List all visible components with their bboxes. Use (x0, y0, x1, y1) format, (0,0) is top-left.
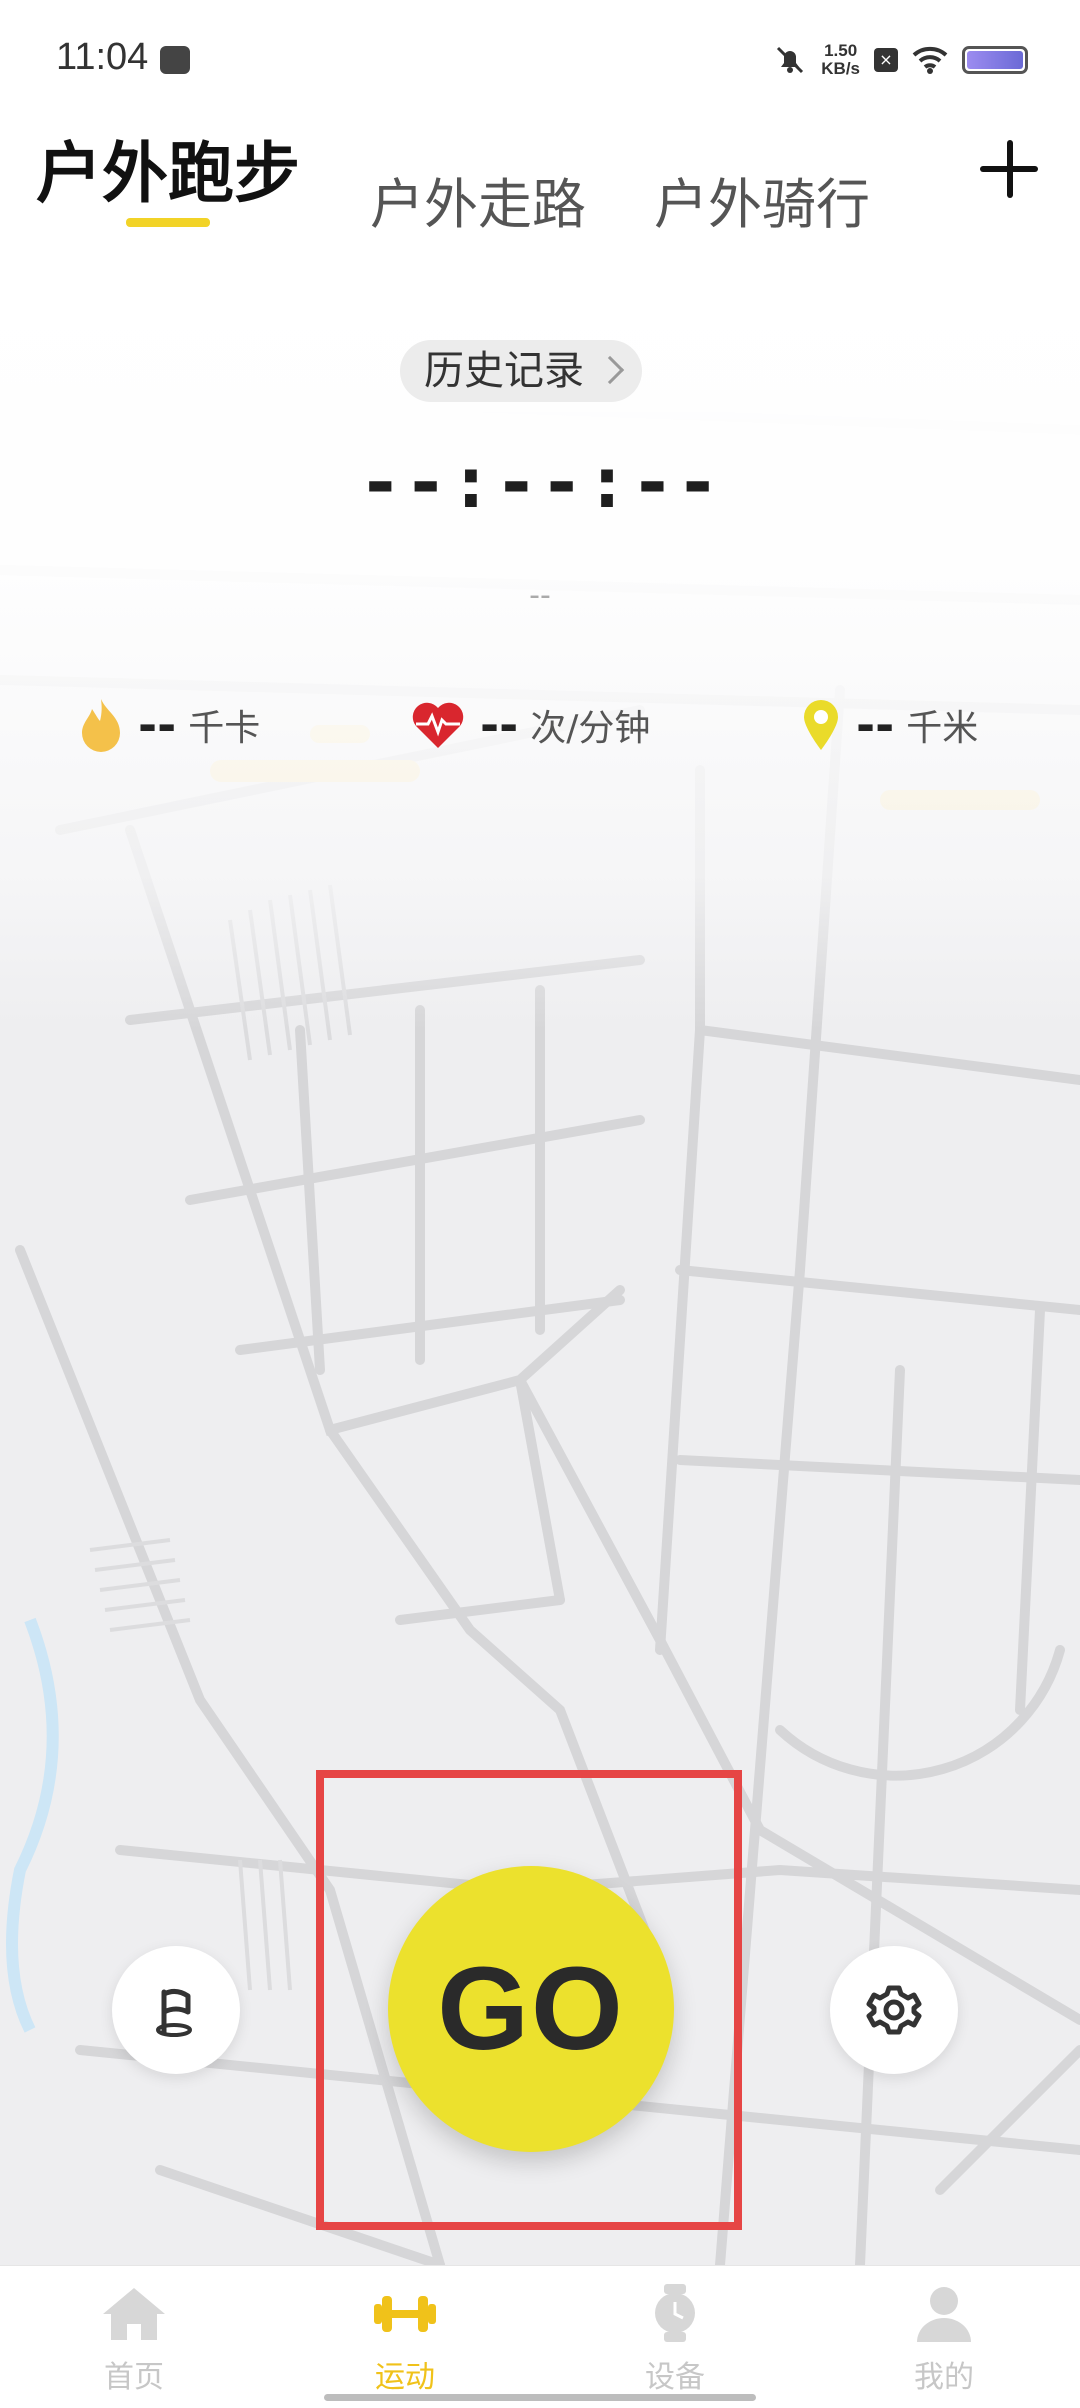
network-speed-value: 1.50 (824, 41, 858, 60)
sim-blocked-icon: × (874, 48, 898, 72)
distance-stat: -- 千米 (800, 690, 978, 760)
battery-icon (962, 46, 1028, 74)
person-icon (917, 2287, 971, 2342)
bottom-navigation: 首页 运动 设备 我的 (0, 2265, 1080, 2408)
home-icon (103, 2288, 165, 2340)
dumbbell-icon (374, 2296, 436, 2332)
nav-device[interactable]: 设备 (605, 2284, 745, 2396)
nav-home[interactable]: 首页 (64, 2284, 204, 2396)
distance-value: -- (856, 698, 895, 752)
status-time: 11:04 (56, 36, 149, 78)
flame-icon (82, 699, 120, 752)
status-bar: 11:04 1.50 KB/s × (0, 0, 1080, 120)
nav-me[interactable]: 我的 (874, 2284, 1014, 2396)
wifi-icon (912, 46, 948, 74)
network-speed-unit: KB/s (821, 59, 860, 78)
sport-type-tabs: 户外跑步 户外走路 户外骑行 (0, 120, 1080, 270)
active-tab-indicator (126, 218, 210, 227)
tab-outdoor-cycle[interactable]: 户外骑行 (654, 160, 870, 239)
network-speed: 1.50 KB/s (821, 42, 860, 78)
annotation-highlight-box (316, 1770, 742, 2230)
history-label: 历史记录 (424, 348, 584, 394)
watch-icon (655, 2284, 695, 2342)
nav-sport-label: 运动 (375, 2360, 435, 2395)
distance-unit: 千米 (906, 708, 979, 749)
heart-rate-icon (412, 702, 464, 748)
plus-icon[interactable] (980, 140, 1040, 200)
calories-unit: 千卡 (188, 708, 261, 749)
nav-device-label: 设备 (645, 2360, 705, 2395)
nav-sport[interactable]: 运动 (335, 2284, 475, 2396)
calories-stat: -- 千卡 (78, 690, 260, 760)
mute-bell-icon (777, 46, 804, 74)
duration-timer: --:--:-- (358, 440, 722, 524)
gear-icon (866, 1985, 922, 2035)
heart-rate-stat: -- 次/分钟 (410, 690, 650, 760)
tab-outdoor-run[interactable]: 户外跑步 (36, 120, 300, 216)
heart-rate-value: -- (480, 698, 519, 752)
pace-value: -- (529, 578, 551, 613)
flag-icon (156, 1988, 192, 2037)
message-notification-icon (160, 46, 190, 74)
settings-button[interactable] (830, 1946, 958, 2074)
status-right-group: 1.50 KB/s × (773, 40, 1028, 80)
nav-me-label: 我的 (914, 2360, 974, 2395)
tab-outdoor-walk[interactable]: 户外走路 (370, 160, 586, 239)
home-gesture-bar[interactable] (324, 2394, 756, 2401)
flag-button[interactable] (112, 1946, 240, 2074)
calories-value: -- (138, 698, 177, 752)
heart-rate-unit: 次/分钟 (530, 708, 651, 749)
location-pin-icon (804, 700, 838, 750)
nav-home-label: 首页 (104, 2360, 164, 2395)
history-button[interactable]: 历史记录 (400, 340, 642, 402)
chevron-right-icon (595, 355, 625, 385)
